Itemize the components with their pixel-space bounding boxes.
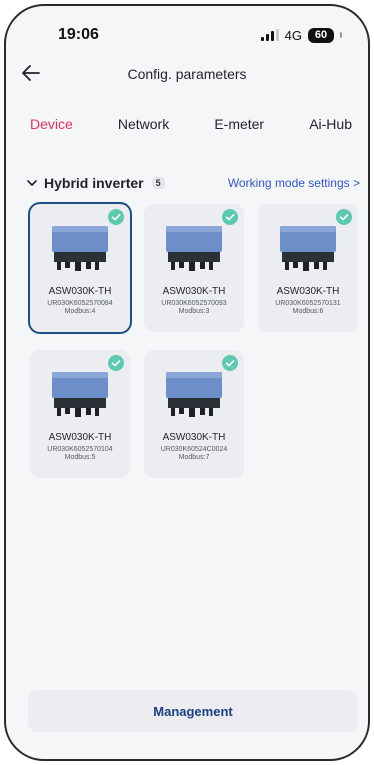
check-circle-icon [222,209,238,225]
section-title: Hybrid inverter [44,175,144,191]
tab-bar: Device Network E-meter Ai-Hub [6,106,368,142]
device-grid: ASW030K-TH UR030K6052570084 Modbus:4 ASW… [30,204,362,478]
phone-frame: 19:06 4G 60 Config. parameters Device Ne… [4,4,370,761]
inverter-image [52,226,108,271]
device-modbus: Modbus:5 [64,454,96,461]
inverter-image [52,372,108,417]
inverter-image [280,226,336,271]
device-modbus: Modbus:3 [178,308,210,315]
device-card[interactable]: ASW030K-TH UR030K6052570084 Modbus:4 [30,204,130,332]
device-serial: UR030K6052570131 [275,300,341,307]
device-model: ASW030K-TH [162,286,226,297]
arrow-left-icon[interactable] [20,62,42,84]
device-modbus: Modbus:4 [64,308,96,315]
signal-icon [260,29,279,41]
device-modbus: Modbus:7 [178,454,210,461]
device-serial: UR030K6052570093 [161,300,227,307]
nav-header: Config. parameters [6,56,368,92]
device-serial: UR030K6052570104 [47,446,113,453]
device-model: ASW030K-TH [48,432,112,443]
page-title: Config. parameters [127,66,247,82]
battery-icon: 60 [308,27,334,43]
working-mode-settings-link[interactable]: Working mode settings > [228,176,360,190]
status-indicators: 4G 60 [260,27,342,43]
status-time: 19:06 [58,26,99,43]
device-model: ASW030K-TH [162,432,226,443]
device-model: ASW030K-TH [48,286,112,297]
device-modbus: Modbus:6 [292,308,324,315]
tab-network[interactable]: Network [118,116,169,132]
management-button[interactable]: Management [28,690,358,732]
count-badge: 5 [151,177,165,189]
tab-device[interactable]: Device [30,116,73,132]
tab-ai-hub[interactable]: Ai-Hub [309,116,352,132]
battery-tip [340,32,342,38]
network-type: 4G [284,27,302,43]
device-card[interactable]: ASW030K-TH UR030K6052570093 Modbus:3 [144,204,244,332]
device-serial: UR030K6052570084 [47,300,113,307]
section-toggle[interactable]: Hybrid inverter 5 [26,175,165,191]
tab-e-meter[interactable]: E-meter [214,116,264,132]
device-card[interactable]: ASW030K-TH UR030K6052570104 Modbus:5 [30,350,130,478]
chevron-down-icon [27,180,37,186]
check-circle-icon [222,355,238,371]
inverter-image [166,372,222,417]
inverter-image [166,226,222,271]
check-circle-icon [336,209,352,225]
check-circle-icon [108,209,124,225]
device-card[interactable]: ASW030K-TH UR030K6052570131 Modbus:6 [258,204,358,332]
device-serial: UR030K60524C0024 [160,446,228,453]
device-model: ASW030K-TH [276,286,340,297]
section-header: Hybrid inverter 5 Working mode settings … [26,172,360,194]
device-card[interactable]: ASW030K-TH UR030K60524C0024 Modbus:7 [144,350,244,478]
check-circle-icon [108,355,124,371]
